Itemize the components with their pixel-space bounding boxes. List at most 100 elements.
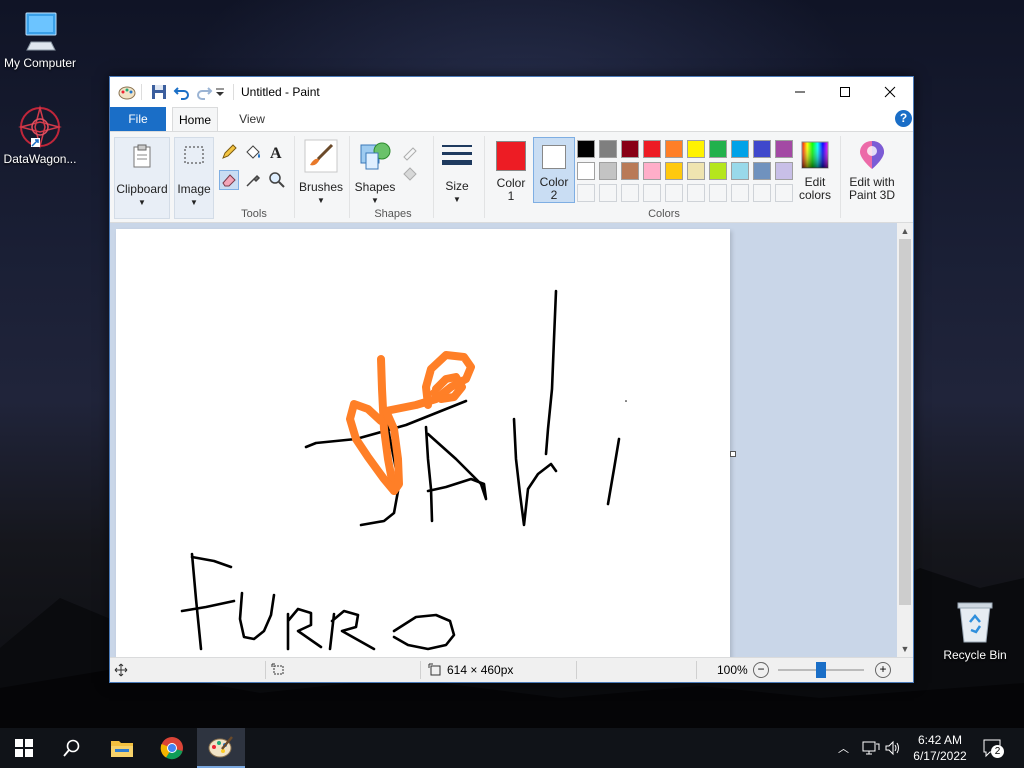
scroll-up-icon[interactable]: ▲ [897, 223, 913, 239]
color1-button[interactable]: Color 1 [490, 137, 532, 205]
palette-swatch[interactable] [775, 162, 793, 180]
desktop-icon-my-computer[interactable]: My Computer [0, 8, 80, 70]
palette-swatch[interactable] [577, 140, 595, 158]
color-picker-tool[interactable] [243, 170, 263, 190]
image-button[interactable]: Image ▼ [174, 137, 214, 219]
tab-view[interactable]: View [228, 107, 276, 131]
group-separator [433, 136, 434, 218]
palette-swatch[interactable] [687, 184, 705, 202]
help-icon[interactable]: ? [895, 110, 912, 127]
palette-swatch[interactable] [753, 140, 771, 158]
palette-swatch[interactable] [687, 140, 705, 158]
drawing-canvas[interactable] [116, 229, 730, 657]
clock-time: 6:42 AM [917, 733, 963, 747]
palette-swatch[interactable] [665, 184, 683, 202]
color-spectrum-icon [801, 141, 829, 169]
action-center-button[interactable]: 2 [982, 738, 1004, 761]
pencil-tool[interactable] [219, 142, 239, 162]
palette-swatch[interactable] [599, 162, 617, 180]
vertical-scrollbar[interactable]: ▲ ▼ [897, 223, 913, 657]
fill-shape-button[interactable] [400, 164, 420, 184]
palette-swatch[interactable] [621, 162, 639, 180]
paint-app-icon[interactable] [118, 83, 136, 101]
palette-swatch[interactable] [577, 162, 595, 180]
text-icon: A [270, 145, 282, 161]
palette-swatch[interactable] [709, 162, 727, 180]
palette-swatch[interactable] [577, 184, 595, 202]
desktop-icon-datawagon[interactable]: DataWagon... [0, 104, 80, 166]
magnifier-tool[interactable] [267, 170, 287, 190]
redo-icon[interactable] [195, 83, 213, 101]
tools-group-label: Tools [241, 208, 267, 220]
fill-tool[interactable] [243, 142, 263, 162]
tab-file[interactable]: File [110, 107, 166, 131]
eraser-icon [222, 174, 236, 187]
volume-icon[interactable] [884, 740, 902, 756]
desktop-icon-label: My Computer [3, 56, 77, 70]
palette-swatch[interactable] [643, 162, 661, 180]
network-icon[interactable] [862, 740, 880, 756]
group-separator [840, 136, 841, 218]
palette-swatch[interactable] [643, 184, 661, 202]
palette-swatch[interactable] [621, 140, 639, 158]
minimize-button[interactable] [777, 77, 823, 107]
palette-swatch[interactable] [665, 140, 683, 158]
maximize-button[interactable] [822, 77, 868, 107]
palette-swatch[interactable] [643, 140, 661, 158]
palette-swatch[interactable] [621, 184, 639, 202]
search-icon [63, 739, 80, 757]
chevron-down-icon: ▼ [453, 195, 461, 204]
palette-swatch[interactable] [775, 140, 793, 158]
size-button[interactable]: Size ▼ [437, 137, 477, 207]
zoom-in-button[interactable]: + [875, 662, 891, 678]
save-icon[interactable] [150, 83, 168, 101]
zoom-slider-thumb[interactable] [816, 662, 826, 678]
canvas-workspace[interactable] [110, 223, 897, 657]
palette-swatch[interactable] [731, 162, 749, 180]
palette-swatch[interactable] [665, 162, 683, 180]
search-button[interactable] [48, 728, 96, 768]
close-button[interactable] [867, 77, 913, 107]
ribbon: Clipboard ▼ Image ▼ A Tools Brushes ▼ Sh… [110, 131, 913, 223]
scroll-down-icon[interactable]: ▼ [897, 641, 913, 657]
palette-swatch[interactable] [731, 140, 749, 158]
desktop-icon-label: DataWagon... [3, 152, 77, 166]
show-hidden-icons-chevron-icon[interactable]: ︿ [838, 740, 849, 756]
title-separator [141, 84, 142, 100]
customize-quick-access-icon[interactable] [214, 83, 226, 101]
edit-colors-button[interactable]: Edit colors [796, 137, 834, 205]
taskbar-chrome[interactable] [148, 728, 196, 768]
scrollbar-thumb[interactable] [899, 239, 911, 605]
text-tool[interactable]: A [267, 142, 287, 162]
clipboard-button[interactable]: Clipboard ▼ [114, 137, 170, 219]
edit-with-paint3d-button[interactable]: Edit with Paint 3D [844, 137, 900, 205]
title-bar[interactable]: Untitled - Paint [110, 77, 913, 107]
eraser-tool[interactable] [219, 170, 239, 190]
palette-swatch[interactable] [687, 162, 705, 180]
color2-button[interactable]: Color 2 [533, 137, 575, 203]
palette-swatch[interactable] [731, 184, 749, 202]
canvas-resize-handle[interactable] [730, 451, 736, 457]
palette-swatch[interactable] [709, 140, 727, 158]
undo-icon[interactable] [173, 83, 191, 101]
palette-swatch[interactable] [709, 184, 727, 202]
palette-swatch[interactable] [599, 140, 617, 158]
shapes-button[interactable]: Shapes ▼ [353, 137, 397, 207]
brushes-button[interactable]: Brushes ▼ [298, 137, 344, 207]
palette-swatch[interactable] [599, 184, 617, 202]
palette-swatch[interactable] [753, 184, 771, 202]
tab-home[interactable]: Home [172, 107, 218, 131]
taskbar-paint[interactable] [197, 728, 245, 768]
zoom-slider-track[interactable] [778, 662, 864, 678]
zoom-out-button[interactable]: − [753, 662, 769, 678]
clipboard-label: Clipboard [116, 182, 168, 196]
system-clock[interactable]: 6:42 AM 6/17/2022 [906, 732, 974, 764]
desktop-icon-recycle-bin[interactable]: Recycle Bin [935, 598, 1015, 662]
taskbar-file-explorer[interactable] [98, 728, 146, 768]
palette-swatch[interactable] [775, 184, 793, 202]
chevron-down-icon: ▼ [371, 196, 379, 205]
palette-swatch[interactable] [753, 162, 771, 180]
outline-button[interactable] [400, 142, 420, 162]
start-button[interactable] [0, 728, 48, 768]
status-separator [420, 661, 421, 679]
